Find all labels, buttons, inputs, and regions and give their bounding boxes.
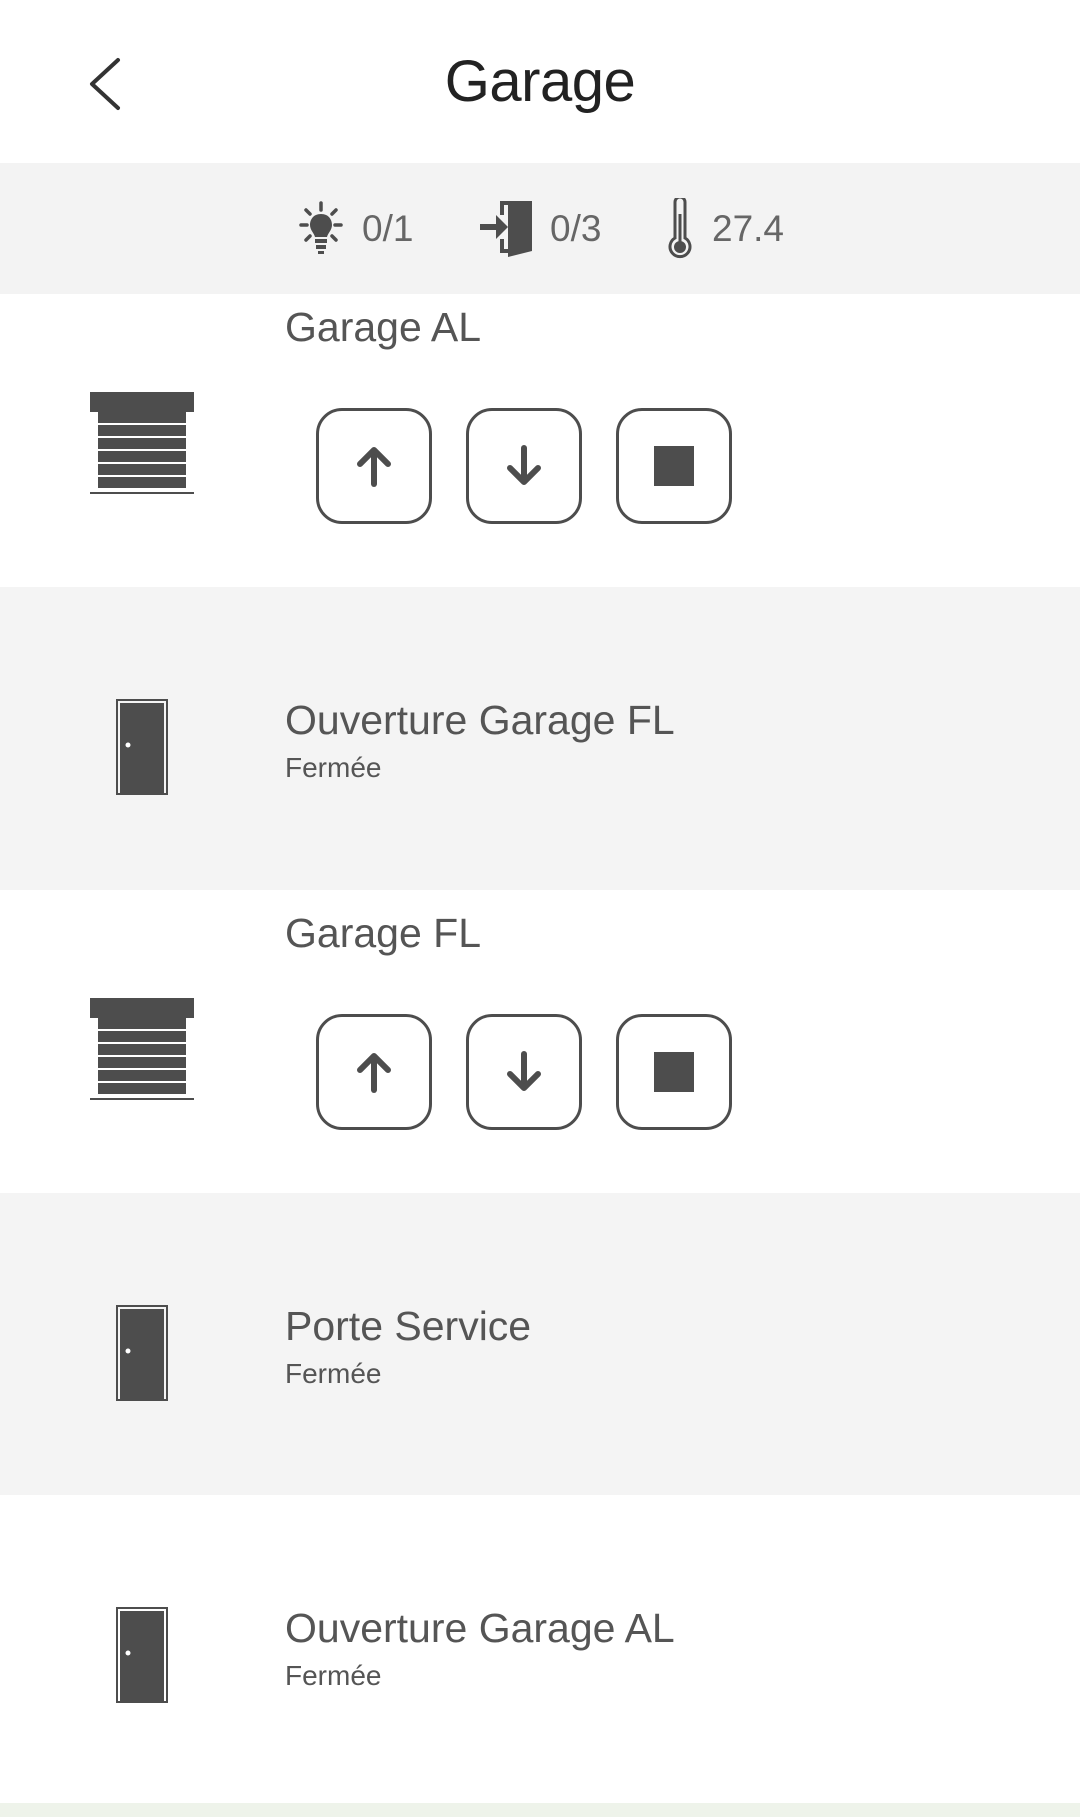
- shutter-stop-button[interactable]: [616, 408, 732, 524]
- arrow-down-icon: [507, 445, 541, 485]
- stop-icon: [654, 446, 694, 486]
- device-row-shutter: Garage AL: [0, 294, 1080, 587]
- openings-count: 0/3: [550, 208, 602, 249]
- door-enter-icon: [480, 201, 532, 257]
- shutter-stop-button[interactable]: [616, 1014, 732, 1130]
- openings-status[interactable]: 0/3: [478, 199, 601, 259]
- device-row-door[interactable]: Ouverture Garage FL Fermée: [0, 587, 1080, 890]
- stop-icon: [654, 1052, 694, 1092]
- shutter-down-button[interactable]: [466, 408, 582, 524]
- device-row-door[interactable]: Porte Service Fermée: [0, 1193, 1080, 1495]
- garage-shutter-icon: [90, 998, 196, 1107]
- door-icon: [116, 1305, 168, 1406]
- device-name: Ouverture Garage FL: [285, 697, 675, 743]
- lightbulb-icon: [299, 201, 343, 254]
- arrow-up-icon: [357, 1053, 391, 1093]
- device-row-shutter: Garage FL: [0, 890, 1080, 1193]
- bottom-edge: [0, 1803, 1080, 1817]
- shutter-down-button[interactable]: [466, 1014, 582, 1130]
- garage-shutter-icon: [90, 392, 196, 501]
- temperature-status[interactable]: 27.4: [664, 198, 785, 259]
- device-name: Ouverture Garage AL: [285, 1605, 675, 1651]
- temperature-value: 27.4: [712, 208, 785, 249]
- door-icon: [116, 699, 168, 800]
- arrow-down-icon: [507, 1051, 541, 1091]
- status-summary-bar: 0/1 0/3 27.4: [0, 163, 1080, 294]
- device-status: Fermée: [285, 752, 382, 783]
- app-header: Garage: [0, 0, 1080, 163]
- device-name: Porte Service: [285, 1303, 532, 1349]
- page-title: Garage: [444, 49, 636, 114]
- device-status: Fermée: [285, 1358, 382, 1389]
- shutter-up-button[interactable]: [316, 1014, 432, 1130]
- thermometer-icon: [668, 198, 692, 259]
- door-icon: [116, 1607, 168, 1708]
- device-name: Garage FL: [285, 910, 481, 956]
- shutter-up-button[interactable]: [316, 408, 432, 524]
- device-status: Fermée: [285, 1660, 382, 1691]
- lights-status[interactable]: 0/1: [296, 199, 413, 259]
- lights-count: 0/1: [362, 208, 414, 249]
- device-row-door[interactable]: Ouverture Garage AL Fermée: [0, 1495, 1080, 1803]
- device-name: Garage AL: [285, 304, 482, 350]
- arrow-up-icon: [357, 447, 391, 487]
